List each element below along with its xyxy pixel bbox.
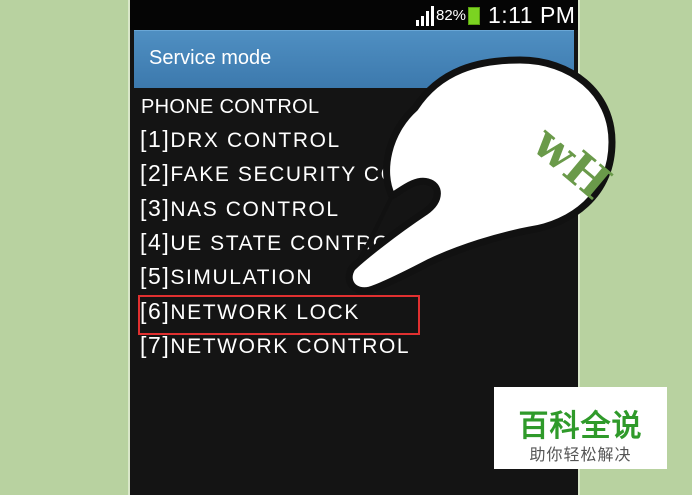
menu-item-network-control[interactable]: [7]NETWORK CONTROL: [140, 332, 410, 359]
clock: 1:11 PM: [488, 2, 576, 28]
menu-item-label: FAKE SECURITY CONTROL: [170, 163, 478, 186]
app-title-bar: Service mode: [134, 30, 574, 88]
menu-item-simulation[interactable]: [5]SIMULATION: [140, 263, 313, 290]
section-header: PHONE CONTROL: [141, 96, 320, 118]
battery-percent: 82%: [436, 7, 467, 24]
battery-icon: [468, 7, 480, 25]
menu-item-number: [3]: [140, 195, 171, 221]
menu-item-label: UE STATE CONTROL: [170, 232, 405, 255]
menu-item-number: [1]: [140, 126, 171, 152]
menu-item-ue-state-control[interactable]: [4]UE STATE CONTROL: [140, 229, 404, 256]
watermark-title: 百科全说: [518, 410, 643, 443]
menu-item-label: NAS CONTROL: [170, 198, 340, 221]
status-bar: 82% 1:11 PM: [130, 0, 578, 30]
watermark: 百科全说 助你轻松解决: [494, 387, 667, 469]
signal-icon: [416, 6, 434, 26]
menu-item-number: [7]: [140, 332, 171, 358]
menu-item-nas-control[interactable]: [3]NAS CONTROL: [140, 195, 340, 222]
menu-item-fake-security-control[interactable]: [2]FAKE SECURITY CONTROL: [140, 160, 478, 187]
watermark-subtitle: 助你轻松解决: [529, 447, 632, 464]
menu-item-label: NETWORK CONTROL: [170, 335, 411, 358]
highlight-box: [138, 295, 420, 335]
menu-item-drx-control[interactable]: [1]DRX CONTROL: [140, 126, 341, 153]
menu-item-label: SIMULATION: [170, 266, 314, 289]
menu-item-number: [4]: [140, 229, 171, 255]
menu-item-label: DRX CONTROL: [170, 129, 341, 152]
menu-item-number: [5]: [140, 263, 171, 289]
menu-item-number: [2]: [140, 160, 171, 186]
app-title: Service mode: [149, 47, 272, 69]
